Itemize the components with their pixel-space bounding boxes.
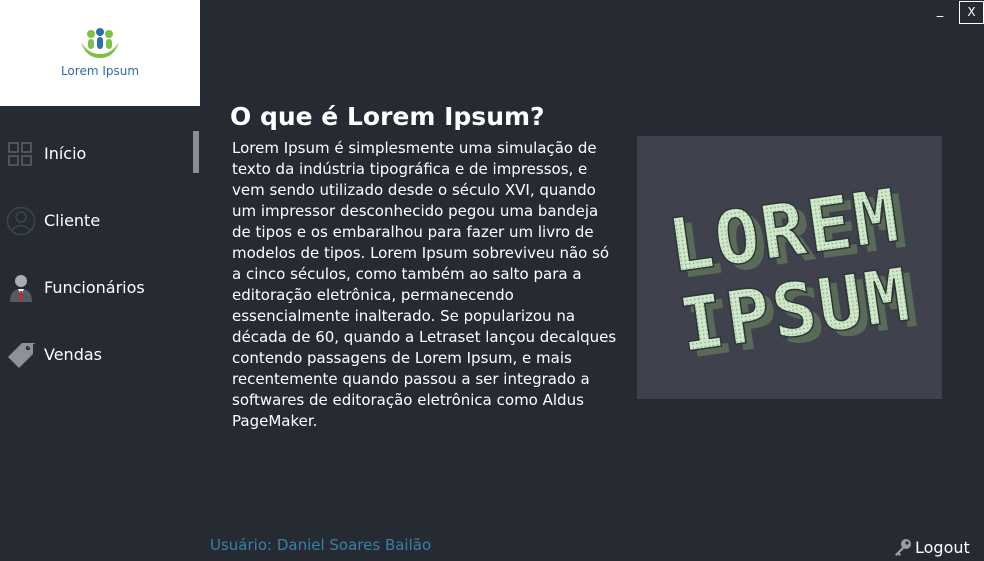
logout-button[interactable]: Logout <box>893 537 970 557</box>
sidebar-item-vendas[interactable]: Vendas <box>0 321 200 388</box>
user-icon <box>6 206 36 235</box>
key-icon <box>895 539 911 556</box>
sidebar-item-inicio[interactable]: Início <box>0 120 200 187</box>
lorem-ipsum-lettering-image: LOREM LOREM IPSUM IPSUM <box>662 172 924 375</box>
brand-logo: Lorem Ipsum <box>0 0 200 106</box>
current-user-label: Usuário: Daniel Soares Bailão <box>210 536 432 554</box>
sidebar-item-label: Vendas <box>44 345 102 364</box>
sidebar-item-label: Funcionários <box>44 278 145 297</box>
brand-name: Lorem Ipsum <box>60 64 140 78</box>
people-logo-icon <box>81 28 119 58</box>
active-nav-indicator <box>193 131 199 173</box>
lorem-ipsum-image: LOREM LOREM IPSUM IPSUM <box>637 136 942 399</box>
content-paragraph: Lorem Ipsum é simplesmente uma simulação… <box>232 139 617 430</box>
sidebar-item-funcionarios[interactable]: Funcionários <box>0 254 200 321</box>
sidebar-nav: Início Cliente Funcionários Vendas <box>0 120 200 388</box>
sidebar-item-label: Cliente <box>44 211 101 230</box>
page-title: O que é Lorem Ipsum? <box>230 102 545 131</box>
tag-icon <box>8 342 36 368</box>
app-window: Lorem Ipsum _ X Início Cliente Funcionár… <box>0 0 984 561</box>
grid-icon <box>8 141 32 166</box>
sidebar-item-label: Início <box>44 144 87 163</box>
close-button[interactable]: X <box>959 1 984 24</box>
logout-label: Logout <box>915 537 970 557</box>
employee-icon <box>10 274 32 302</box>
minimize-button[interactable]: _ <box>933 4 947 22</box>
sidebar-item-cliente[interactable]: Cliente <box>0 187 200 254</box>
